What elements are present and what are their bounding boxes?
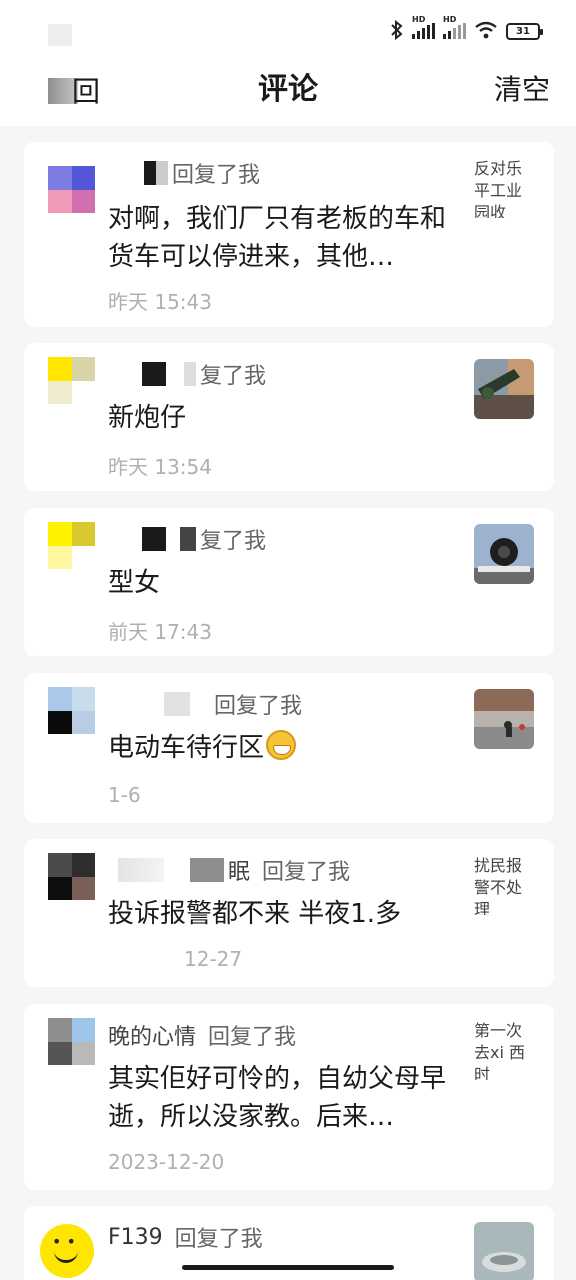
username-blurred-2 [184,362,196,386]
comment-text: 投诉报警都不来 半夜1.多 [108,899,402,929]
comment-card[interactable]: 复了我 新炮仔 昨天 13:54 [24,343,554,491]
comment-text: 型女 [108,568,161,598]
username-visible[interactable]: 眠 [228,854,250,886]
comment-time: 12-27 [184,947,243,971]
comment-time: 2023-12-20 [108,1150,225,1174]
comment-text: 新炮仔 [108,403,187,433]
comment-card[interactable]: 回复了我 对啊，我们厂只有老板的车和货车可以停进来，其他… 昨天 15:43 反… [24,142,554,327]
username-blurred-2 [180,527,196,551]
comment-time: 1-6 [108,783,141,807]
reply-header: 回复了我 [108,689,302,719]
avatar[interactable] [48,166,95,213]
thumbnail-image [474,1222,534,1280]
reply-header: 复了我 [108,359,266,389]
reply-header: 复了我 [108,524,266,554]
status-icons: HD HD 31 [390,15,543,43]
original-post-thumbnail[interactable] [474,1222,534,1280]
reply-header: 眠 回复了我 [108,855,350,885]
reply-header: F139 回复了我 [108,1224,263,1253]
username-blurred[interactable] [108,161,168,185]
avatar[interactable] [48,1018,95,1065]
username-blurred-2 [190,858,224,882]
wifi-icon [474,21,498,42]
original-post-thumbnail[interactable] [474,359,534,419]
avatar[interactable] [48,357,95,404]
signal-icon: HD [412,15,435,39]
comment-card[interactable]: 回复了我 电动车待行区 1-6 [24,673,554,823]
original-post-snippet[interactable]: 第一次去xi 西时 [474,1020,532,1080]
avatar[interactable] [48,522,95,569]
clear-button[interactable]: 清空 [494,68,550,112]
comment-time: 前天 17:43 [108,620,212,644]
username-blurred[interactable] [118,858,164,882]
comment-text: 对啊，我们厂只有老板的车和货车可以停进来，其他… [108,204,447,272]
thumbnail-image [474,689,534,749]
signal-icon-2: HD [443,15,466,39]
username-blurred[interactable] [142,527,166,551]
avatar[interactable] [48,687,95,734]
original-post-thumbnail[interactable] [474,689,534,749]
original-post-snippet[interactable]: 反对乐平工业园收 [474,158,532,218]
username-blurred[interactable] [164,692,190,716]
comment-text: 电动车待行区 [108,729,453,767]
status-bar: HD HD 31 [0,0,576,60]
original-post-snippet[interactable]: 扰民报警不处理 [474,855,532,915]
comment-text: 其实佢好可怜的，自幼父母早逝，所以没家教。后来… [108,1064,447,1132]
avatar[interactable] [40,1224,94,1278]
battery-indicator: 31 [506,22,543,40]
thumbnail-image [474,524,534,584]
avatar[interactable] [48,853,95,900]
comment-time: 昨天 13:54 [108,455,212,479]
header: 回 评论 清空 [0,60,576,126]
comment-text-content: 电动车待行区 [108,733,265,763]
original-post-thumbnail[interactable] [474,524,534,584]
grin-emoji-icon [266,730,297,760]
comment-card[interactable]: 晚的心情 回复了我 其实佢好可怜的，自幼父母早逝，所以没家教。后来… 2023-… [24,1004,554,1190]
page-title: 评论 [258,72,318,107]
comment-card[interactable]: 眠 回复了我 投诉报警都不来 半夜1.多 12-27 扰民报警不处理 [24,839,554,987]
comment-time: 昨天 15:43 [108,290,212,314]
bluetooth-icon [390,19,404,43]
comment-card[interactable]: 复了我 型女 前天 17:43 [24,508,554,656]
home-indicator[interactable] [182,1265,394,1270]
username-visible[interactable]: 晚的心情 [108,1019,196,1051]
reply-header: 晚的心情 回复了我 [108,1020,296,1050]
reply-header: 回复了我 [108,158,260,188]
username-visible[interactable]: F139 [108,1225,163,1250]
username-blurred[interactable] [142,362,166,386]
thumbnail-image [474,359,534,419]
status-left-blurred [48,24,72,46]
